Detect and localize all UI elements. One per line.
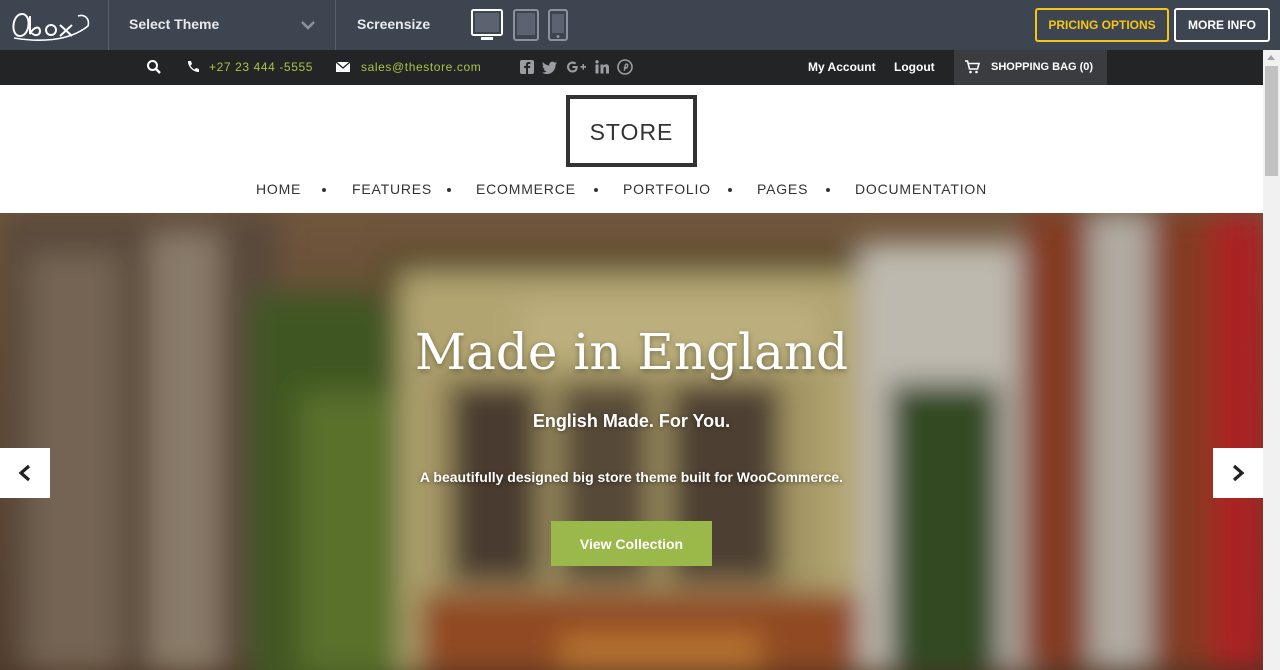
logout-link[interactable]: Logout — [894, 60, 935, 74]
main-nav: HOME FEATURES ECOMMERCE PORTFOLIO PAGES … — [0, 181, 1263, 201]
my-account-link[interactable]: My Account — [808, 60, 876, 74]
nav-separator — [594, 188, 598, 192]
pricing-options-button[interactable]: PRICING OPTIONS — [1035, 8, 1169, 42]
hero-description: A beautifully designed big store theme b… — [419, 469, 844, 485]
email-icon — [335, 61, 351, 72]
chevron-left-icon — [18, 464, 31, 482]
hero-background-image — [0, 213, 1263, 670]
view-collection-button[interactable]: View Collection — [551, 521, 712, 566]
facebook-icon[interactable] — [519, 59, 535, 75]
demo-bar: Select Theme Screensize PRICING OPTIONS … — [0, 0, 1280, 50]
nav-item-pages[interactable]: PAGES — [757, 181, 808, 197]
nav-item-home[interactable]: HOME — [256, 181, 301, 197]
page-scrollbar[interactable] — [1263, 50, 1280, 670]
store-logo-text: STORE — [589, 119, 674, 145]
nav-item-portfolio[interactable]: PORTFOLIO — [623, 181, 711, 197]
shopping-bag-label: SHOPPING BAG (0) — [991, 61, 1094, 73]
chevron-right-icon — [1232, 464, 1245, 482]
cart-icon — [965, 60, 980, 74]
email-address[interactable]: sales@thestore.com — [361, 60, 481, 74]
nav-separator — [728, 188, 732, 192]
tablet-icon[interactable] — [512, 8, 540, 42]
site-topbar: +27 23 444 -5555 sales@thestore.com My A… — [0, 50, 1263, 85]
desktop-icon[interactable] — [470, 8, 504, 42]
linkedin-icon[interactable] — [594, 59, 610, 75]
hero-title: Made in England — [414, 323, 849, 381]
slider-prev-button[interactable] — [0, 448, 50, 498]
mobile-icon[interactable] — [547, 8, 569, 42]
obox-logo[interactable] — [8, 8, 92, 42]
hero-slider: Made in England English Made. For You. A… — [0, 213, 1263, 670]
store-logo[interactable]: STORE — [566, 95, 697, 167]
chevron-down-icon — [301, 21, 315, 30]
twitter-icon[interactable] — [542, 59, 558, 75]
nav-item-documentation[interactable]: DOCUMENTATION — [855, 181, 987, 197]
nav-separator — [322, 188, 326, 192]
pinterest-icon[interactable] — [617, 59, 633, 75]
nav-item-ecommerce[interactable]: ECOMMERCE — [476, 181, 576, 197]
divider — [335, 0, 336, 50]
slider-next-button[interactable] — [1213, 448, 1263, 498]
nav-item-features[interactable]: FEATURES — [352, 181, 432, 197]
more-info-button[interactable]: MORE INFO — [1174, 8, 1270, 42]
nav-separator — [447, 188, 451, 192]
scroll-up-arrow[interactable] — [1267, 55, 1275, 60]
shopping-bag-button[interactable]: SHOPPING BAG (0) — [954, 50, 1107, 85]
nav-separator — [826, 188, 830, 192]
search-icon[interactable] — [146, 59, 162, 75]
phone-number[interactable]: +27 23 444 -5555 — [209, 60, 313, 74]
google-plus-icon[interactable] — [566, 59, 587, 75]
screensize-label: Screensize — [357, 16, 431, 32]
select-theme-label: Select Theme — [129, 16, 220, 32]
hero-subtitle: English Made. For You. — [532, 411, 731, 431]
scroll-thumb[interactable] — [1265, 66, 1278, 176]
site-header: STORE HOME FEATURES ECOMMERCE PORTFOLIO … — [0, 85, 1263, 213]
phone-icon — [188, 61, 199, 72]
select-theme-dropdown[interactable]: Select Theme — [109, 0, 335, 50]
